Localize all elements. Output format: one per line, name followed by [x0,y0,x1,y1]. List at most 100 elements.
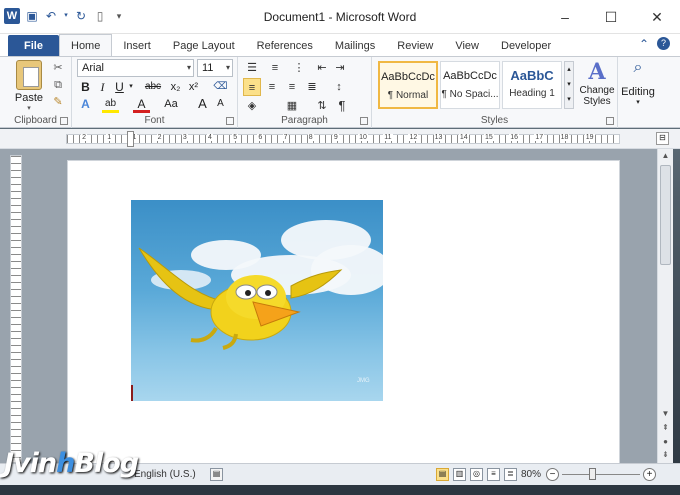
copy-icon[interactable]: ⧉ [51,78,65,92]
align-right-icon[interactable]: ≡ [283,78,301,96]
tab-page-layout[interactable]: Page Layout [162,35,246,56]
outline-view-icon[interactable]: ≡ [487,468,500,481]
tab-insert[interactable]: Insert [112,35,162,56]
web-layout-icon[interactable]: ◎ [470,468,483,481]
ruler-number: 11 [383,134,393,141]
language-indicator[interactable]: English (U.S.) [134,469,196,480]
tab-references[interactable]: References [246,35,324,56]
zoom-level[interactable]: 80% [521,469,541,480]
ruler-number: 5 [232,134,239,141]
font-name-combo[interactable]: Arial ▾ [77,59,194,77]
clipboard-group: Paste ▾ ✂ ⧉ ✎ Clipboard [0,57,72,128]
multilevel-list-icon[interactable]: ⋮ [290,59,308,77]
browse-object-icon[interactable]: ● [658,435,673,449]
ruler-number: 6 [257,134,264,141]
align-left-icon[interactable]: ≡ [243,78,261,96]
sort-icon[interactable]: ⇅ [313,97,331,115]
editing-dropdown-icon: ▾ [636,99,640,106]
align-center-icon[interactable]: ≡ [263,78,281,96]
minimize-ribbon-icon[interactable]: ⌃ [639,37,649,51]
next-page-icon[interactable]: ⇟ [658,448,673,462]
decrease-indent-icon[interactable]: ⇤ [313,59,331,77]
text-effects-button[interactable]: A [77,95,94,113]
vertical-ruler[interactable] [10,155,22,463]
font-size-combo[interactable]: 11 ▾ [197,59,233,77]
borders-icon[interactable]: ▦ [283,97,301,115]
font-group: Arial ▾ 11 ▾ B I U ▾ abc x₂ x² A ab A Aa A… [72,57,238,128]
watermark-text-accent: h [56,448,75,479]
tab-mailings[interactable]: Mailings [324,35,386,56]
justify-icon[interactable]: ≣ [303,78,321,96]
font-color-button[interactable]: A [133,95,150,113]
tab-developer[interactable]: Developer [490,35,562,56]
font-name-dropdown-icon[interactable]: ▾ [187,60,191,76]
paragraph-launcher-icon[interactable] [360,117,368,125]
paste-button[interactable]: Paste ▾ [12,60,46,112]
underline-dropdown-icon[interactable]: ▾ [126,78,136,96]
zoom-slider[interactable] [562,474,640,475]
change-styles-button[interactable]: A Change Styles [576,59,618,107]
styles-launcher-icon[interactable] [606,117,614,125]
style-heading-1[interactable]: AaBbC Heading 1 [502,61,562,109]
zoom-out-button[interactable]: − [546,468,559,481]
close-button[interactable]: ✕ [634,0,680,34]
bullets-icon[interactable]: ☰ [243,59,261,77]
strikethrough-button[interactable]: abc [140,78,166,96]
zoom-in-button[interactable]: + [643,468,656,481]
paragraph-group: ☰ ≡ ⋮ ⇤ ⇥ ≡ ≡ ≡ ≣ ↕ ◈ ▦ ⇅ ¶ Paragraph [238,57,372,128]
show-formatting-button[interactable]: ¶ [333,97,351,115]
tab-home[interactable]: Home [59,34,113,56]
scroll-down-icon[interactable]: ▼ [658,407,673,421]
tab-file[interactable]: File [8,35,59,56]
font-group-label: Font [144,115,165,126]
draft-view-icon[interactable]: ≣ [504,468,517,481]
maximize-button[interactable]: ☐ [588,0,634,34]
bold-button[interactable]: B [77,78,94,96]
help-icon[interactable]: ? [657,37,670,50]
style-no-spacing[interactable]: AaBbCcDc ¶ No Spaci... [440,61,500,109]
font-launcher-icon[interactable] [226,117,234,125]
tab-view[interactable]: View [444,35,490,56]
zoom-slider-knob[interactable] [589,468,596,480]
scroll-thumb[interactable] [660,165,671,265]
clipboard-launcher-icon[interactable] [60,117,68,125]
font-size-dropdown-icon[interactable]: ▾ [226,60,230,76]
indent-marker[interactable] [127,131,134,147]
ruler-number: 2 [156,134,163,141]
inserted-picture[interactable]: JMG [131,200,383,401]
watermark-logo: JvinhBlog [4,448,139,479]
clear-formatting-icon[interactable]: ⌫ [212,78,229,96]
line-spacing-icon[interactable]: ↕ [330,78,348,96]
scroll-up-icon[interactable]: ▲ [658,149,673,163]
style-normal[interactable]: AaBbCcDc ¶ Normal [378,61,438,109]
style-preview: AaBbC [510,68,554,83]
full-screen-reading-icon[interactable]: ▥ [453,468,466,481]
shading-icon[interactable]: ◈ [243,97,261,115]
binoculars-icon: ⌕ [633,59,643,76]
styles-gallery-scroll[interactable]: ▴ ▾ ▾ [564,61,574,109]
format-painter-icon[interactable]: ✎ [51,95,65,109]
horizontal-ruler[interactable]: 2 1 1 2 3 4 5 6 7 8 9 10 11 12 13 14 15 16 17 18 19 ⊟ [0,129,680,149]
italic-button[interactable]: I [94,78,111,96]
macro-record-icon[interactable]: ▤ [210,468,223,481]
print-layout-view-icon[interactable]: ▤ [436,468,449,481]
superscript-button[interactable]: x² [185,78,202,96]
numbering-icon[interactable]: ≡ [266,59,284,77]
change-case-button[interactable]: Aa [160,95,182,113]
view-ruler-icon[interactable]: ⊟ [656,132,669,145]
shrink-font-button[interactable]: A [212,95,229,113]
increase-indent-icon[interactable]: ⇥ [331,59,349,77]
ruler-number: 19 [584,134,595,141]
highlight-button[interactable]: ab [102,95,119,113]
cut-icon[interactable]: ✂ [51,61,65,75]
tab-review[interactable]: Review [386,35,444,56]
grow-font-button[interactable]: A [194,95,211,113]
editing-button[interactable]: ⌕ Editing ▾ [620,59,656,106]
subscript-button[interactable]: x₂ [167,78,184,96]
previous-page-icon[interactable]: ⇞ [658,421,673,435]
vertical-scrollbar[interactable]: ▲ ▼ ⇞ ● ⇟ [657,149,673,463]
minimize-button[interactable]: – [542,0,588,34]
watermark-text-end: Blog [74,448,139,479]
ruler-number: 13 [433,134,444,141]
paste-dropdown-icon[interactable]: ▾ [12,104,46,112]
